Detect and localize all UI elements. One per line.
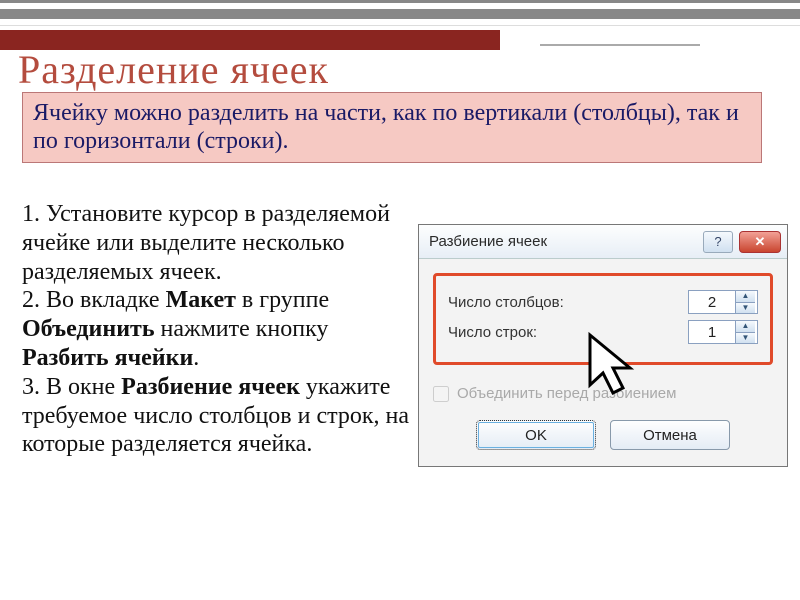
cancel-button[interactable]: Отмена (610, 420, 730, 450)
columns-input[interactable] (689, 294, 735, 311)
rows-spin-down[interactable]: ▼ (736, 333, 755, 344)
slide-title: Разделение ячеек (18, 46, 329, 93)
rows-spin-up[interactable]: ▲ (736, 321, 755, 333)
close-button[interactable]: ✕ (739, 231, 781, 253)
merge-before-split-row: Объединить перед разбиением (433, 385, 773, 402)
step-1: 1. Установите курсор в разделяемой ячейк… (22, 201, 390, 285)
dialog-frame: Разбиение ячеек ? ✕ Число столбцов: ▲ ▼ (418, 224, 788, 467)
thin-line (540, 44, 700, 46)
step-2-bold-maket: Макет (166, 287, 236, 313)
rows-row: Число строк: ▲ ▼ (448, 320, 758, 344)
close-icon: ✕ (755, 234, 766, 250)
ok-button[interactable]: OK (476, 420, 596, 450)
step-2-part4: . (193, 345, 199, 371)
columns-row: Число столбцов: ▲ ▼ (448, 290, 758, 314)
rows-input[interactable] (689, 324, 735, 341)
columns-spin-down[interactable]: ▼ (736, 303, 755, 314)
merge-label: Объединить перед разбиением (457, 385, 676, 402)
rows-label: Число строк: (448, 324, 678, 341)
step-2-bold-unite: Объединить (22, 316, 155, 342)
dialog-body: Число столбцов: ▲ ▼ Число строк: (419, 259, 787, 466)
columns-label: Число столбцов: (448, 294, 678, 311)
rows-spin-buttons: ▲ ▼ (735, 321, 755, 343)
step-2-part2: в группе (236, 287, 329, 313)
step-2-part1: 2. Во вкладке (22, 287, 166, 313)
step-3-bold-window: Разбиение ячеек (121, 374, 300, 400)
columns-spin-up[interactable]: ▲ (736, 291, 755, 303)
dialog-title: Разбиение ячеек (425, 233, 697, 250)
step-2-bold-split: Разбить ячейки (22, 345, 193, 371)
dialog-button-row: OK Отмена (433, 420, 773, 450)
highlight-box: Число столбцов: ▲ ▼ Число строк: (433, 273, 773, 365)
step-2-part3: нажмите кнопку (155, 316, 329, 342)
columns-spinner[interactable]: ▲ ▼ (688, 290, 758, 314)
rows-spinner[interactable]: ▲ ▼ (688, 320, 758, 344)
info-box: Ячейку можно разделить на части, как по … (22, 92, 762, 163)
slide: Разделение ячеек Ячейку можно разделить … (0, 0, 800, 600)
help-button[interactable]: ? (703, 231, 733, 253)
steps-text: 1. Установите курсор в разделяемой ячейк… (22, 200, 412, 459)
merge-checkbox[interactable] (433, 386, 449, 402)
help-icon: ? (714, 234, 721, 249)
dialog-titlebar[interactable]: Разбиение ячеек ? ✕ (419, 225, 787, 259)
split-cells-dialog: Разбиение ячеек ? ✕ Число столбцов: ▲ ▼ (418, 224, 778, 467)
slide-top-border (0, 0, 800, 26)
step-3-part1: 3. В окне (22, 374, 121, 400)
columns-spin-buttons: ▲ ▼ (735, 291, 755, 313)
